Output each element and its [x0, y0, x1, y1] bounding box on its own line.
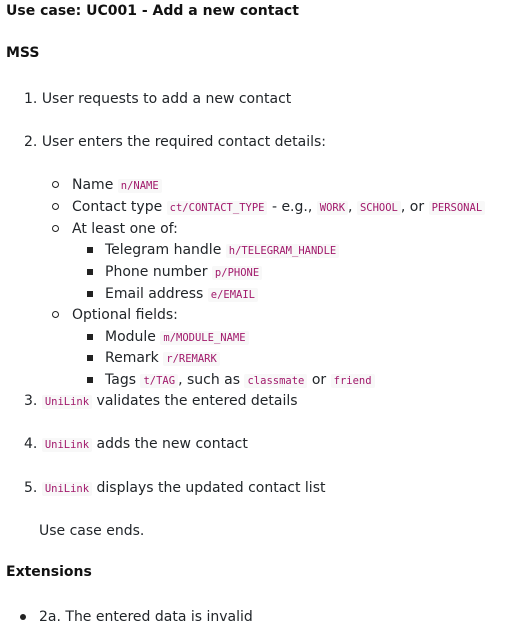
circle-bullet-icon — [52, 181, 59, 188]
detail-name: Name n/NAME — [52, 175, 162, 196]
mss-heading: MSS — [6, 45, 40, 61]
mss-step-5: 5. UniLink displays the updated contact … — [24, 478, 325, 499]
step-text: User enters the required contact details… — [41, 134, 326, 150]
square-bullet-icon — [87, 247, 93, 253]
detail-label: Telegram handle — [105, 242, 222, 258]
page-title: Use case: UC001 - Add a new contact — [6, 3, 299, 19]
command-prefix: n/NAME — [117, 179, 162, 193]
contact-type-option: PERSONAL — [428, 201, 486, 215]
use-case-ends: Use case ends. — [39, 523, 145, 539]
detail-label: Optional fields: — [72, 307, 178, 323]
command-prefix: h/TELEGRAM_HANDLE — [225, 244, 340, 258]
detail-email: Email address e/EMAIL — [87, 284, 259, 305]
command-prefix: t/TAG — [140, 374, 179, 388]
detail-label: Phone number — [105, 264, 208, 280]
disc-bullet-icon — [20, 614, 26, 620]
circle-bullet-icon — [52, 225, 59, 232]
detail-label: At least one of: — [72, 221, 178, 237]
circle-bullet-icon — [52, 311, 59, 318]
square-bullet-icon — [87, 269, 93, 275]
contact-type-option: WORK — [316, 201, 349, 215]
detail-at-least: At least one of: — [52, 219, 178, 239]
tag-example: classmate — [244, 374, 308, 388]
extensions-heading: Extensions — [6, 564, 92, 580]
detail-label: Contact type — [72, 199, 163, 215]
or-text: or — [311, 372, 327, 388]
step-text: adds the new contact — [96, 436, 248, 452]
step-number: 3. — [24, 393, 38, 409]
extension-item: 2a. The entered data is invalid — [20, 607, 253, 627]
detail-optional: Optional fields: — [52, 305, 178, 325]
mss-step-2: 2. User enters the required contact deta… — [24, 132, 326, 152]
detail-label: Remark — [105, 350, 159, 366]
separator: , or — [400, 199, 425, 215]
square-bullet-icon — [87, 377, 93, 383]
eg-text: - e.g., — [271, 199, 313, 215]
step-text: displays the updated contact list — [96, 480, 326, 496]
square-bullet-icon — [87, 355, 93, 361]
tag-example: friend — [330, 374, 375, 388]
detail-remark: Remark r/REMARK — [87, 348, 220, 369]
detail-contact-type: Contact type ct/CONTACT_TYPE - e.g., WOR… — [52, 197, 486, 218]
detail-tags: Tags t/TAG, such as classmate or friend — [87, 370, 375, 391]
command-prefix: m/MODULE_NAME — [160, 331, 249, 345]
detail-module: Module m/MODULE_NAME — [87, 327, 249, 348]
step-number: 5. — [24, 480, 38, 496]
command-prefix: e/EMAIL — [207, 288, 259, 302]
step-text: validates the entered details — [96, 393, 298, 409]
detail-telegram: Telegram handle h/TELEGRAM_HANDLE — [87, 240, 340, 261]
command-prefix: r/REMARK — [163, 352, 220, 366]
square-bullet-icon — [87, 334, 93, 340]
separator: , — [348, 199, 353, 215]
square-bullet-icon — [87, 291, 93, 297]
step-number: 1. — [24, 91, 38, 107]
detail-label: Name — [72, 177, 114, 193]
detail-label: Email address — [105, 286, 204, 302]
contact-type-option: SCHOOL — [356, 201, 401, 215]
app-name-code: UniLink — [41, 438, 93, 452]
detail-phone: Phone number p/PHONE — [87, 262, 263, 283]
mss-step-1: 1. User requests to add a new contact — [24, 89, 291, 109]
step-number: 2. — [24, 134, 38, 150]
such-as-text: , such as — [178, 372, 241, 388]
detail-label: Tags — [105, 372, 136, 388]
command-prefix: p/PHONE — [211, 266, 263, 280]
command-prefix: ct/CONTACT_TYPE — [166, 201, 268, 215]
step-text: User requests to add a new contact — [41, 91, 292, 107]
mss-step-4: 4. UniLink adds the new contact — [24, 434, 248, 455]
detail-label: Module — [105, 329, 156, 345]
app-name-code: UniLink — [41, 482, 93, 496]
circle-bullet-icon — [52, 203, 59, 210]
extension-text: 2a. The entered data is invalid — [39, 609, 253, 625]
app-name-code: UniLink — [41, 395, 93, 409]
mss-step-3: 3. UniLink validates the entered details — [24, 391, 298, 412]
step-number: 4. — [24, 436, 38, 452]
